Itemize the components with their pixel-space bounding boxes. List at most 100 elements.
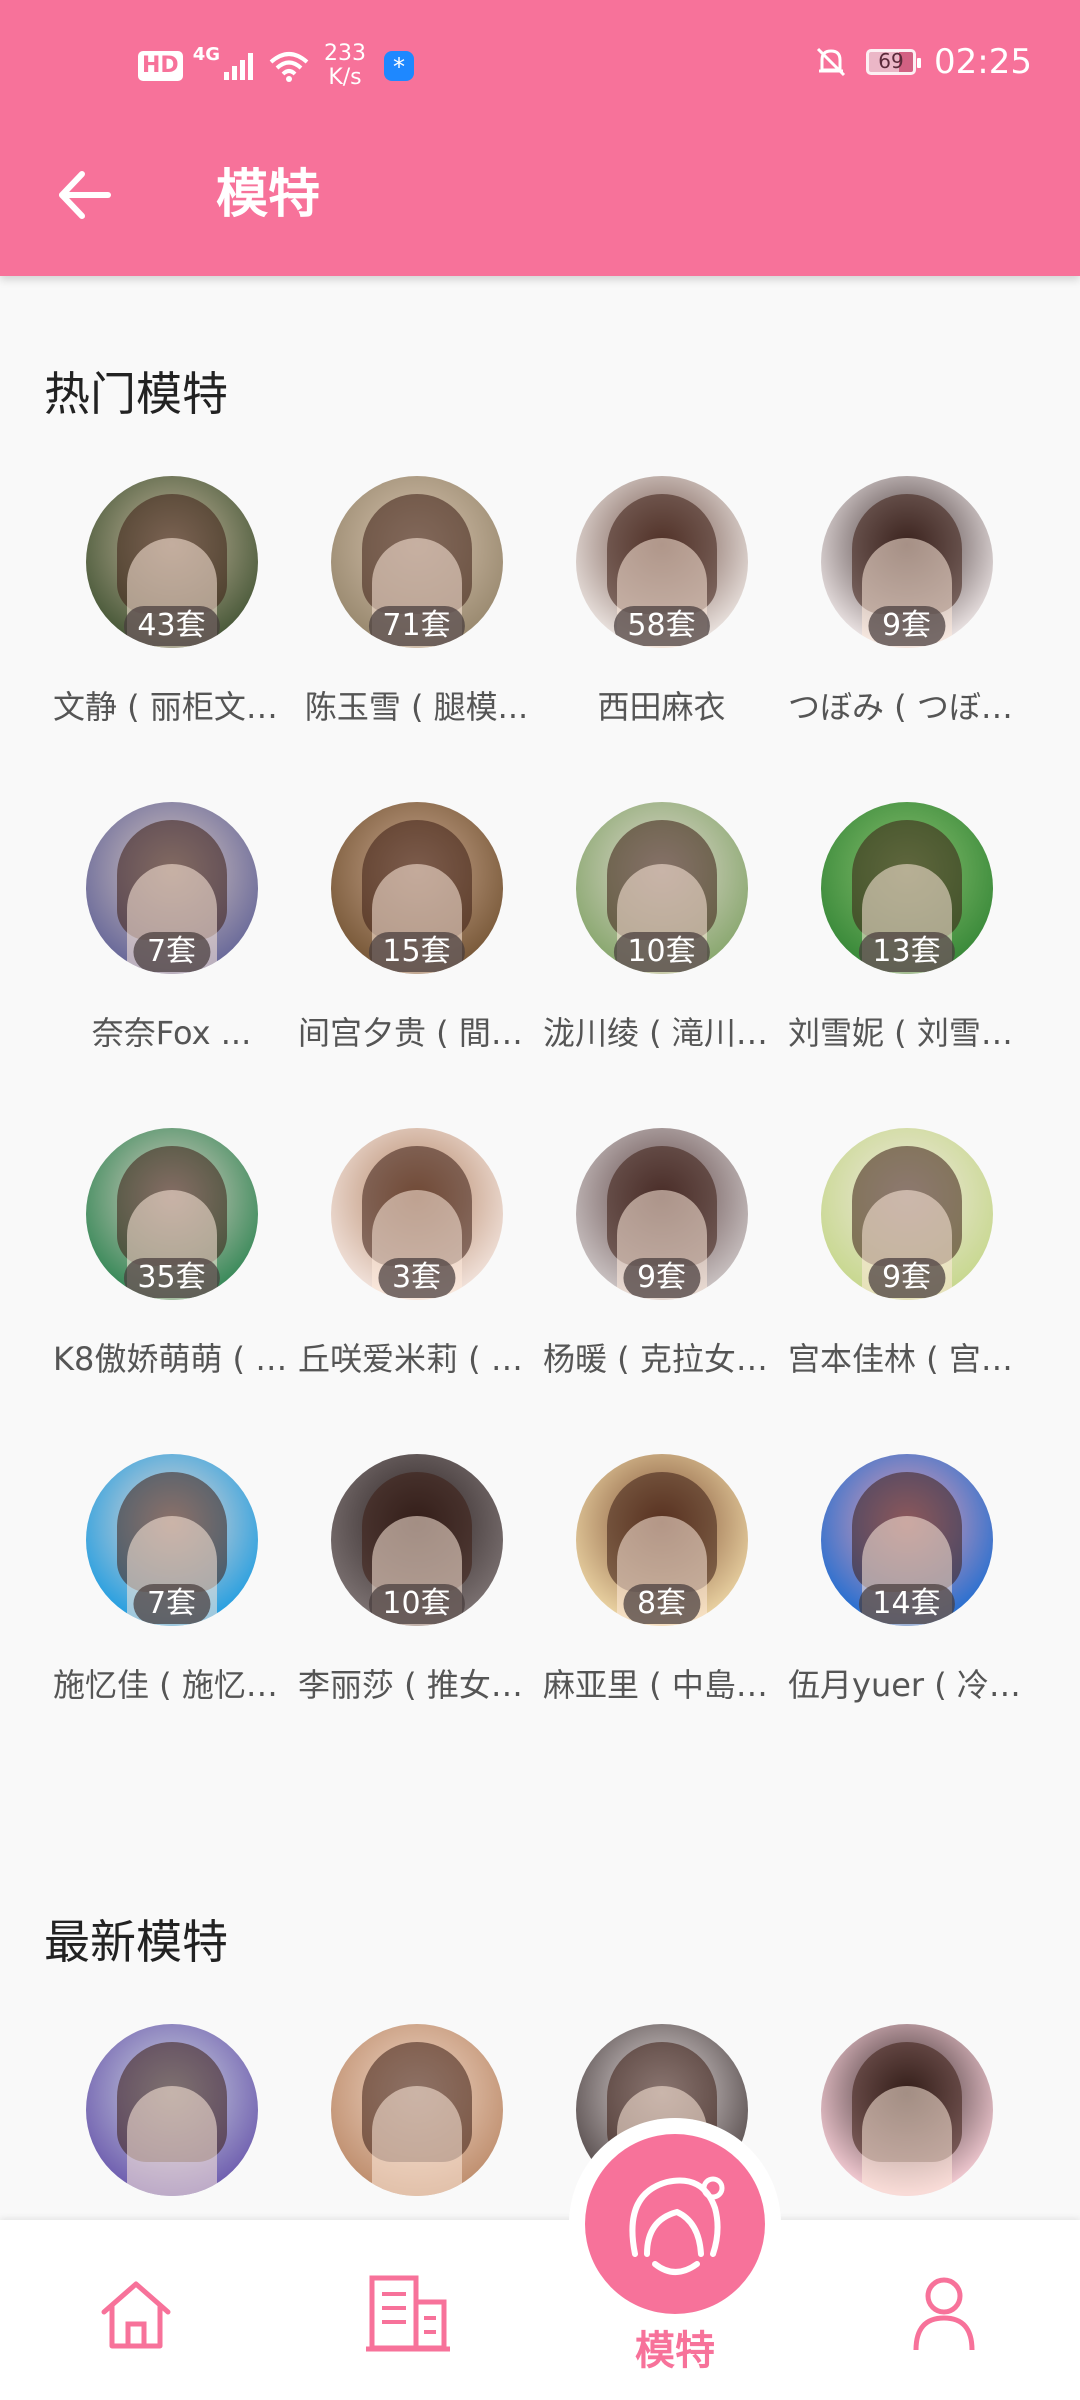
set-count-badge: 9套 bbox=[867, 606, 946, 646]
model-card[interactable]: 43套文静 ( 丽柜文静 ) bbox=[49, 476, 294, 728]
avatar-photo-body bbox=[126, 2086, 217, 2196]
model-name: 陈玉雪 ( 腿模... bbox=[304, 688, 529, 726]
model-avatar[interactable]: 3套 bbox=[330, 1128, 503, 1300]
girl-face-icon bbox=[629, 2176, 725, 2275]
model-avatar[interactable] bbox=[85, 2024, 258, 2196]
set-count-badge: 43套 bbox=[123, 606, 220, 646]
model-card[interactable]: 58套西田麻衣 bbox=[539, 476, 784, 728]
model-card[interactable]: 15套间宫夕贵 ( 間宮... bbox=[294, 802, 539, 1054]
hd-badge: HD bbox=[138, 51, 183, 81]
set-count-badge: 15套 bbox=[368, 932, 465, 972]
set-count-badge: 3套 bbox=[377, 1258, 456, 1298]
model-card[interactable] bbox=[784, 2024, 1029, 2196]
model-name: 伍月yuer ( 冷月... bbox=[788, 1666, 1029, 1704]
model-avatar[interactable]: 9套 bbox=[820, 476, 993, 648]
model-card[interactable]: 7套施忆佳 ( 施忆佳... bbox=[49, 1454, 294, 1706]
set-count-badge: 7套 bbox=[132, 1584, 211, 1624]
model-avatar[interactable]: 8套 bbox=[575, 1454, 748, 1626]
model-card[interactable]: 71套陈玉雪 ( 腿模... bbox=[294, 476, 539, 728]
net-speed-value: 233 bbox=[324, 41, 366, 66]
nav-profile[interactable] bbox=[912, 2274, 976, 2356]
page-title: 模特 bbox=[216, 165, 321, 225]
assistant-app-icon: * bbox=[384, 51, 414, 81]
model-card[interactable]: 13套刘雪妮 ( 刘雪妮... bbox=[784, 802, 1029, 1054]
set-count-badge: 13套 bbox=[858, 932, 955, 972]
model-card[interactable]: 7套奈奈Fox ... bbox=[49, 802, 294, 1054]
model-name: 李丽莎 ( 推女郎... bbox=[298, 1666, 539, 1704]
model-card[interactable]: 10套泷川绫 ( 滝川綾 ) bbox=[539, 802, 784, 1054]
net-speed-unit: K/s bbox=[328, 65, 362, 90]
set-count-badge: 71套 bbox=[368, 606, 465, 646]
set-count-badge: 7套 bbox=[132, 932, 211, 972]
nav-buildings[interactable] bbox=[366, 2272, 450, 2358]
model-avatar[interactable]: 15套 bbox=[330, 802, 503, 974]
model-avatar[interactable]: 13套 bbox=[820, 802, 993, 974]
model-name: 杨暖 ( 克拉女神... bbox=[543, 1340, 784, 1378]
home-icon bbox=[101, 2281, 171, 2349]
model-name: 丘咲爱米莉 ( 丘... bbox=[298, 1340, 539, 1378]
nav-models-button[interactable] bbox=[569, 2118, 781, 2330]
model-card[interactable]: 3套丘咲爱米莉 ( 丘... bbox=[294, 1128, 539, 1380]
wifi-icon bbox=[269, 52, 309, 82]
bottom-nav bbox=[0, 2220, 1080, 2400]
model-name: 奈奈Fox ... bbox=[91, 1014, 252, 1052]
model-avatar[interactable]: 9套 bbox=[820, 1128, 993, 1300]
avatar-photo-body bbox=[861, 2086, 952, 2196]
model-avatar[interactable]: 71套 bbox=[330, 476, 503, 648]
nav-models-circle bbox=[585, 2134, 765, 2314]
model-name: 刘雪妮 ( 刘雪妮... bbox=[788, 1014, 1029, 1052]
model-avatar[interactable]: 35套 bbox=[85, 1128, 258, 1300]
model-name: 宫本佳林 ( 宫本... bbox=[788, 1340, 1029, 1378]
model-avatar[interactable]: 9套 bbox=[575, 1128, 748, 1300]
model-name: 文静 ( 丽柜文静 ) bbox=[53, 688, 294, 726]
model-card[interactable] bbox=[294, 2024, 539, 2196]
model-name: 施忆佳 ( 施忆佳... bbox=[53, 1666, 294, 1704]
model-avatar[interactable]: 43套 bbox=[85, 476, 258, 648]
set-count-badge: 9套 bbox=[622, 1258, 701, 1298]
app-header: HD 4G 233 K/s * 69 02:25 模特 bbox=[0, 0, 1080, 276]
model-avatar[interactable]: 10套 bbox=[330, 1454, 503, 1626]
model-avatar[interactable]: 10套 bbox=[575, 802, 748, 974]
model-name: 间宫夕贵 ( 間宮... bbox=[298, 1014, 539, 1052]
section-title-newest: 最新模特 bbox=[44, 1915, 228, 1969]
user-icon bbox=[913, 2277, 975, 2351]
set-count-badge: 58套 bbox=[613, 606, 710, 646]
set-count-badge: 14套 bbox=[858, 1584, 955, 1624]
model-avatar[interactable]: 14套 bbox=[820, 1454, 993, 1626]
model-avatar[interactable]: 7套 bbox=[85, 1454, 258, 1626]
model-name: つぼみ ( つぼみ... bbox=[788, 688, 1029, 726]
nav-home[interactable] bbox=[98, 2276, 174, 2356]
model-card[interactable]: 9套杨暖 ( 克拉女神... bbox=[539, 1128, 784, 1380]
model-card[interactable]: 8套麻亚里 ( 中島麻... bbox=[539, 1454, 784, 1706]
status-bar: HD 4G 233 K/s * 69 02:25 bbox=[0, 0, 1080, 130]
battery-level: 69 bbox=[878, 49, 904, 73]
set-count-badge: 35套 bbox=[123, 1258, 220, 1298]
model-name: 西田麻衣 bbox=[597, 688, 726, 726]
model-avatar[interactable]: 58套 bbox=[575, 476, 748, 648]
back-button[interactable] bbox=[50, 160, 120, 230]
battery-icon: 69 bbox=[866, 49, 922, 75]
net-speed: 233 K/s bbox=[324, 42, 366, 90]
model-card[interactable]: 9套つぼみ ( つぼみ... bbox=[784, 476, 1029, 728]
model-avatar[interactable] bbox=[820, 2024, 993, 2196]
signal-icon bbox=[224, 53, 253, 80]
model-card[interactable]: 14套伍月yuer ( 冷月... bbox=[784, 1454, 1029, 1706]
set-count-badge: 8套 bbox=[622, 1584, 701, 1624]
model-card[interactable]: 10套李丽莎 ( 推女郎... bbox=[294, 1454, 539, 1706]
model-card[interactable]: 9套宫本佳林 ( 宫本... bbox=[784, 1128, 1029, 1380]
avatar-photo-body bbox=[371, 2086, 462, 2196]
clock: 02:25 bbox=[934, 42, 1032, 82]
model-avatar[interactable]: 7套 bbox=[85, 802, 258, 974]
model-name: 泷川绫 ( 滝川綾 ) bbox=[543, 1014, 784, 1052]
model-name: 麻亚里 ( 中島麻... bbox=[543, 1666, 784, 1704]
bell-muted-icon bbox=[816, 47, 846, 77]
model-avatar[interactable] bbox=[330, 2024, 503, 2196]
model-card[interactable] bbox=[49, 2024, 294, 2196]
model-name: K8傲娇萌萌 ( k... bbox=[53, 1340, 294, 1378]
model-card[interactable]: 35套 K8傲娇萌萌 ( k... bbox=[49, 1128, 294, 1380]
nav-models-label[interactable]: 模特 bbox=[600, 2318, 750, 2376]
arrow-left-icon bbox=[59, 171, 111, 219]
section-title-hot: 热门模特 bbox=[44, 367, 228, 421]
network-type: 4G bbox=[192, 43, 220, 65]
set-count-badge: 9套 bbox=[867, 1258, 946, 1298]
